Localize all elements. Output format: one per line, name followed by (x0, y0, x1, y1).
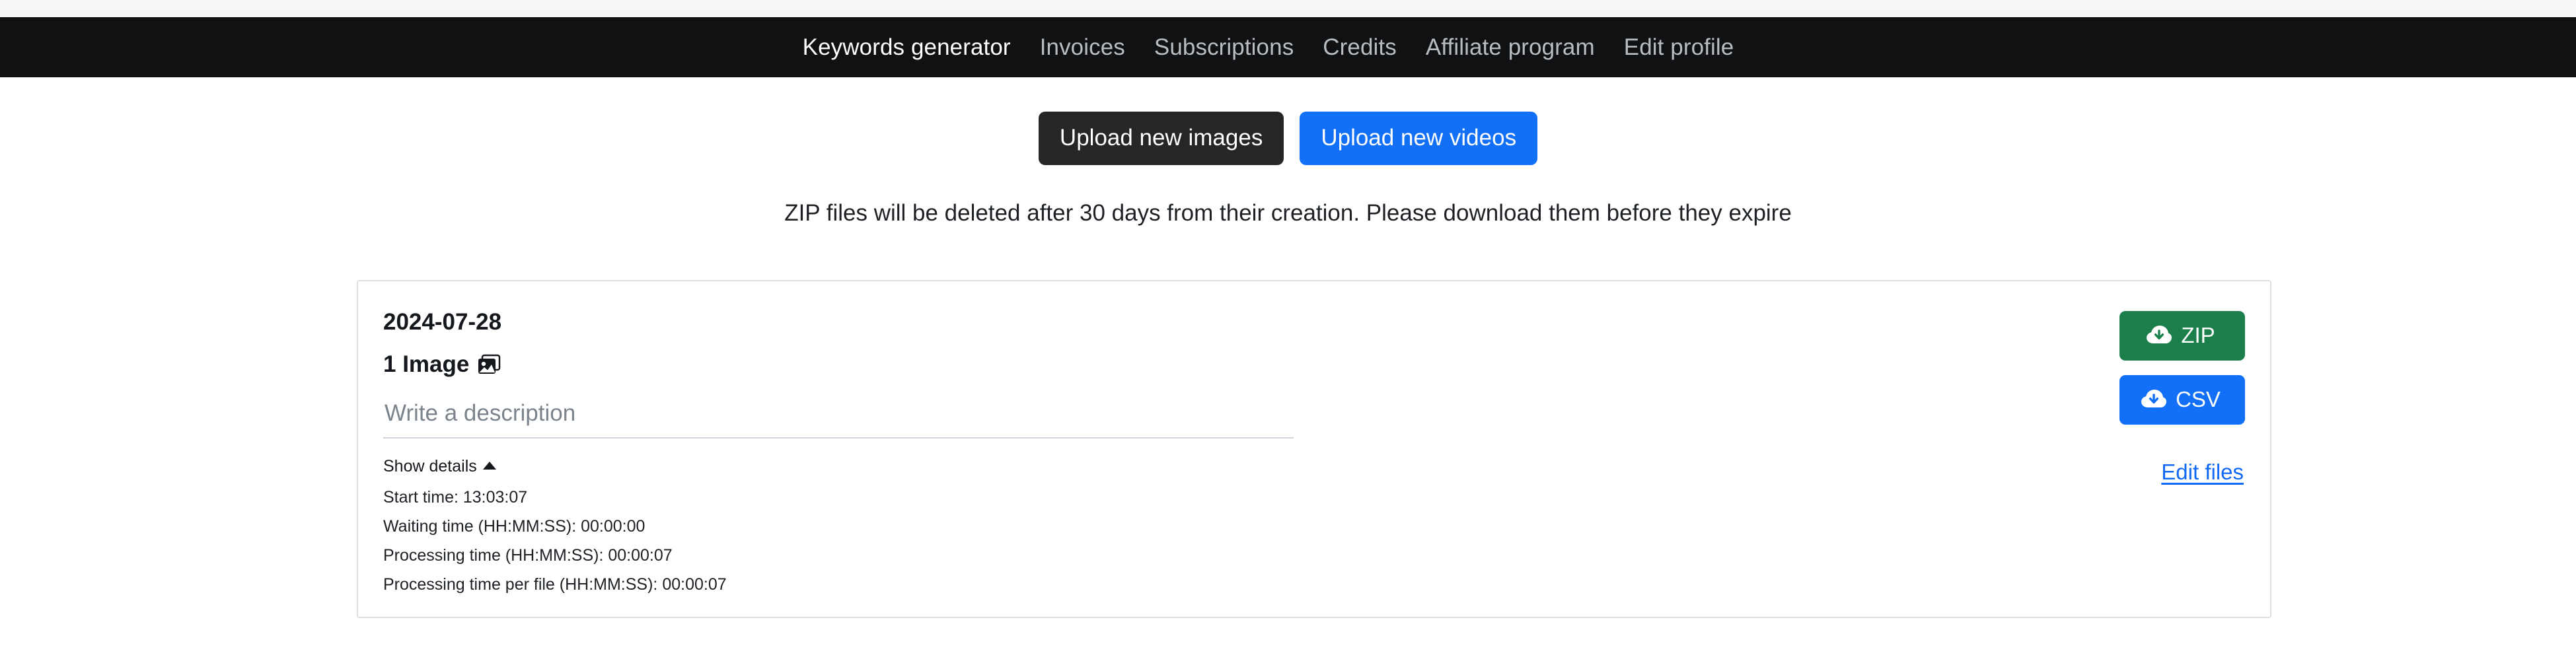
edit-files-link[interactable]: Edit files (2161, 461, 2244, 483)
top-strip (0, 0, 2576, 17)
zip-expiry-notice: ZIP files will be deleted after 30 days … (0, 201, 2576, 225)
detail-start-time: Start time: 13:03:07 (383, 489, 2245, 506)
cloud-download-icon (2141, 390, 2166, 409)
job-details-list: Start time: 13:03:07 Waiting time (HH:MM… (383, 489, 2245, 593)
download-csv-label: CSV (2176, 388, 2221, 410)
nav-item-keywords-generator[interactable]: Keywords generator (788, 36, 1025, 59)
main-navigation-bar: Keywords generator Invoices Subscription… (0, 17, 2576, 77)
upload-new-images-button[interactable]: Upload new images (1039, 112, 1284, 165)
description-input[interactable] (383, 398, 1294, 439)
show-details-toggle[interactable]: Show details (383, 458, 496, 475)
download-csv-button[interactable]: CSV (2119, 375, 2245, 425)
description-field-wrapper (383, 398, 1294, 439)
nav-item-credits[interactable]: Credits (1308, 36, 1411, 59)
detail-waiting-time: Waiting time (HH:MM:SS): 00:00:00 (383, 518, 2245, 535)
nav-item-edit-profile[interactable]: Edit profile (1609, 36, 1749, 59)
job-file-count: 1 Image (383, 353, 469, 376)
download-zip-label: ZIP (2181, 324, 2215, 346)
upload-new-videos-button[interactable]: Upload new videos (1300, 112, 1537, 165)
job-card: 2024-07-28 1 Image Show details Start ti… (357, 280, 2271, 618)
nav-item-subscriptions[interactable]: Subscriptions (1140, 36, 1308, 59)
nav-item-invoices[interactable]: Invoices (1025, 36, 1140, 59)
job-actions-column: ZIP CSV Edit files (2119, 311, 2245, 483)
images-stack-icon (477, 354, 501, 375)
nav-list: Keywords generator Invoices Subscription… (788, 36, 1749, 59)
job-count-row: 1 Image (383, 353, 2245, 376)
upload-actions-row: Upload new images Upload new videos (0, 112, 2576, 165)
nav-item-affiliate-program[interactable]: Affiliate program (1411, 36, 1609, 59)
caret-up-icon (483, 462, 496, 470)
detail-processing-time-per-file: Processing time per file (HH:MM:SS): 00:… (383, 577, 2245, 593)
job-card-inner: 2024-07-28 1 Image Show details Start ti… (358, 281, 2270, 617)
cloud-download-icon (2147, 326, 2172, 345)
download-zip-button[interactable]: ZIP (2119, 311, 2245, 361)
detail-processing-time: Processing time (HH:MM:SS): 00:00:07 (383, 547, 2245, 564)
job-date: 2024-07-28 (383, 310, 2245, 334)
show-details-label: Show details (383, 458, 477, 475)
